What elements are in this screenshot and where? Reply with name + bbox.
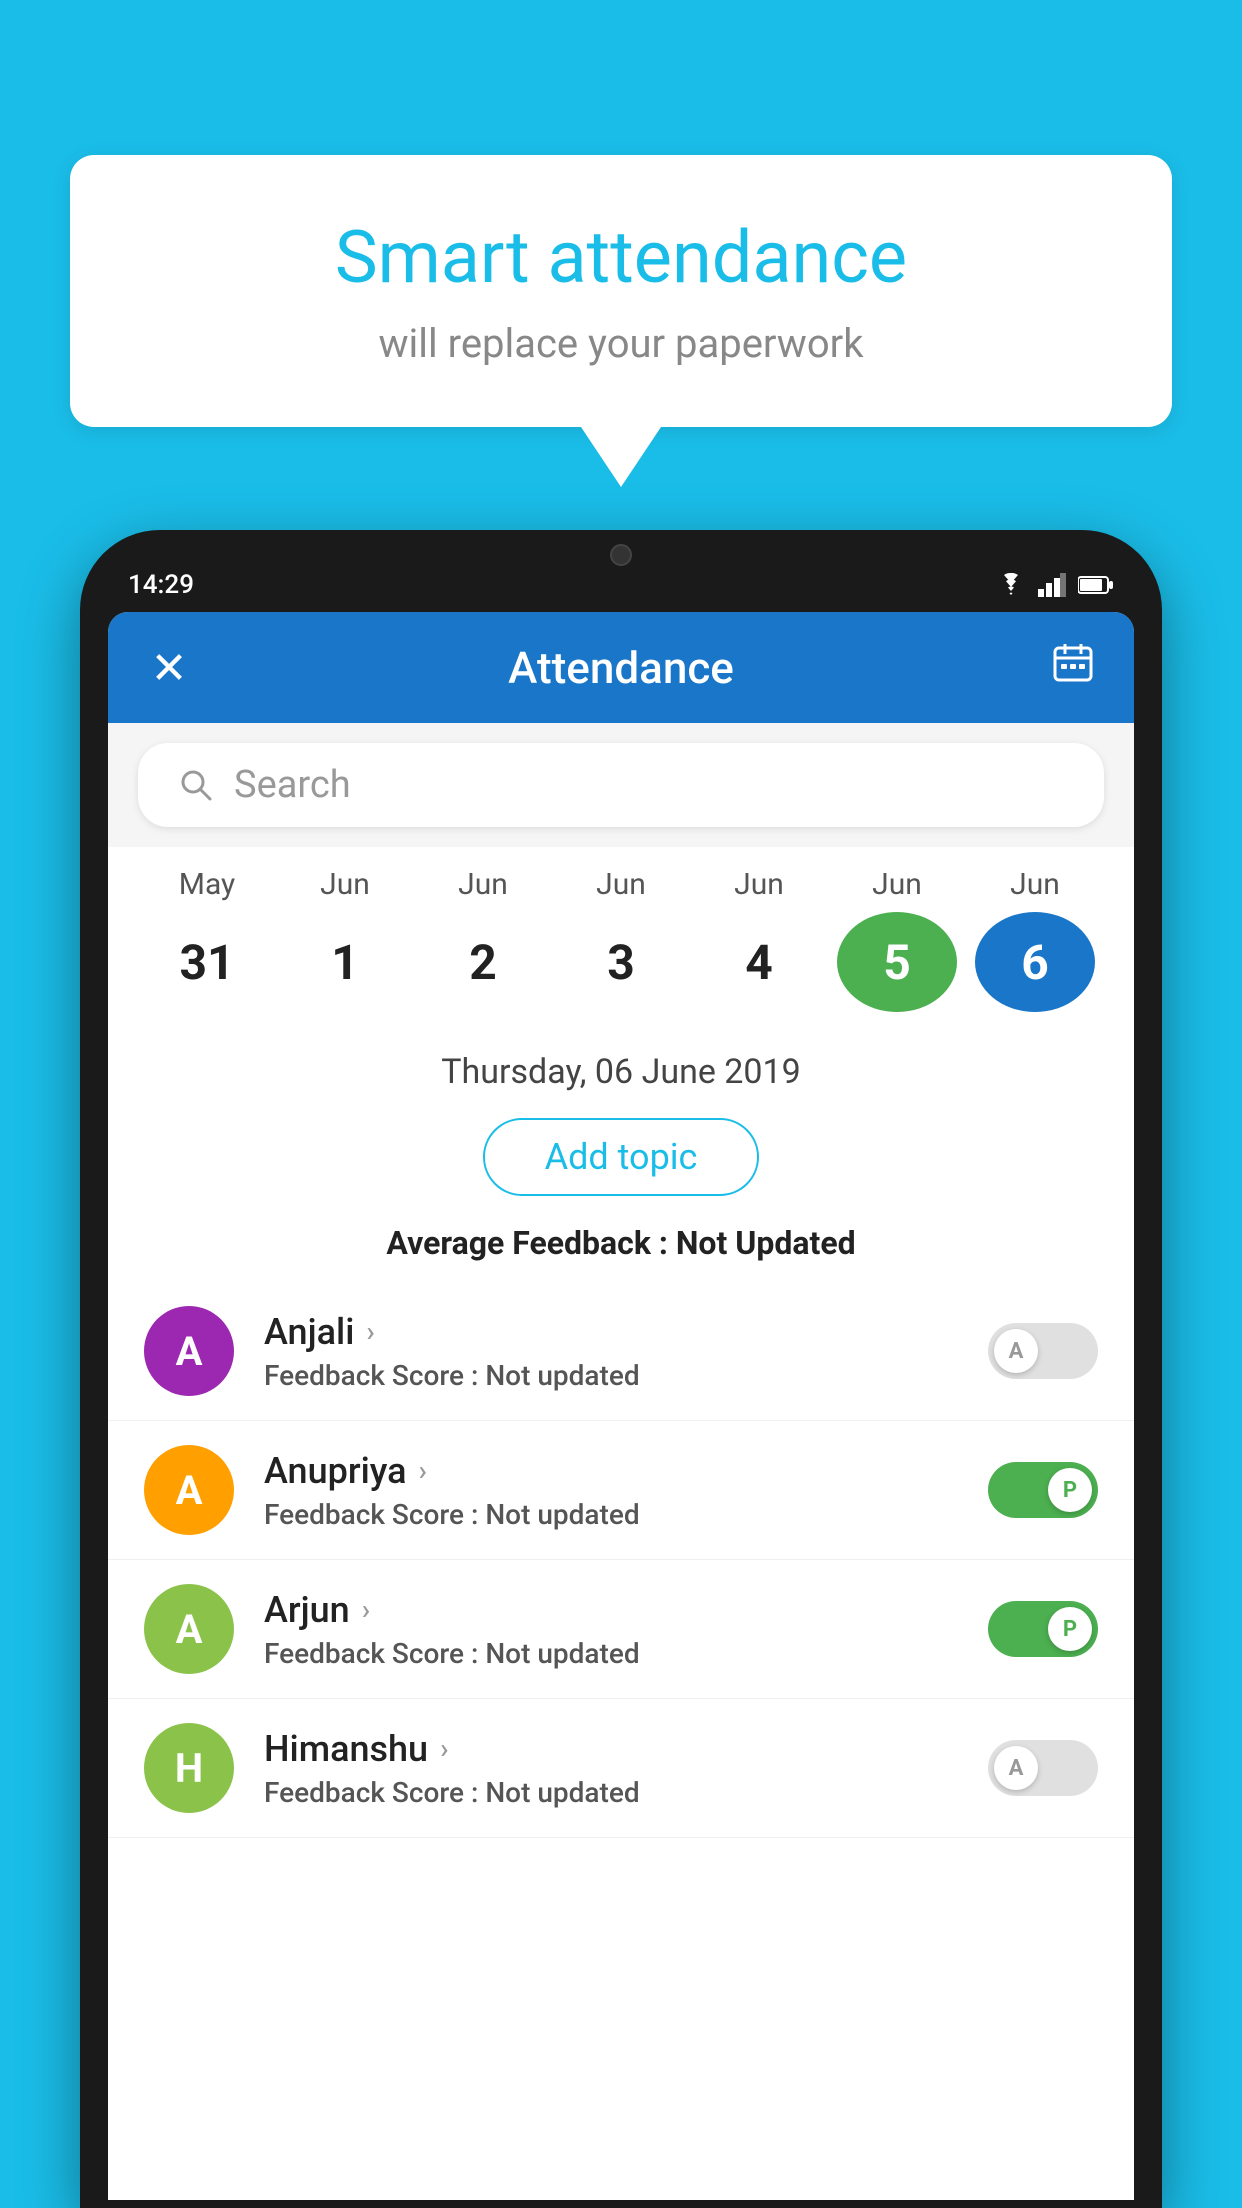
cal-date-2[interactable]: 2 [423,912,543,1012]
app-header: ✕ Attendance [108,612,1134,723]
cal-month-1: Jun [285,867,405,902]
notch [561,530,681,580]
toggle-knob: P [1048,1607,1092,1651]
speech-bubble-subtitle: will replace your paperwork [150,320,1092,367]
speech-bubble-tail [581,427,661,487]
cal-month-6: Jun [975,867,1095,902]
cal-date-1[interactable]: 1 [285,912,405,1012]
search-placeholder: Search [234,763,351,807]
search-bar-container: Search [108,723,1134,847]
chevron-right-icon: › [440,1732,448,1765]
feedback-score: Feedback Score : Not updated [264,1776,988,1809]
toggle-on[interactable]: P [988,1462,1098,1518]
toggle-knob: A [994,1746,1038,1790]
list-item: H Himanshu › Feedback Score : Not update… [108,1699,1134,1838]
phone-screen: ✕ Attendance S [108,612,1134,2200]
attendance-toggle[interactable]: A [988,1323,1098,1379]
toggle-knob: P [1048,1468,1092,1512]
toggle-off[interactable]: A [988,1323,1098,1379]
avg-feedback-label: Average Feedback : [386,1224,668,1262]
calendar-button[interactable] [1048,640,1098,695]
attendance-toggle[interactable]: P [988,1462,1098,1518]
student-info: Anjali › Feedback Score : Not updated [264,1311,988,1392]
header-title: Attendance [194,642,1048,694]
avatar: A [144,1306,234,1396]
toggle-on[interactable]: P [988,1601,1098,1657]
selected-date: Thursday, 06 June 2019 [108,1052,1134,1092]
signal-icon [1038,573,1066,597]
student-name[interactable]: Anupriya › [264,1450,988,1492]
calendar-dates: 31 1 2 3 4 5 6 [128,902,1114,1032]
cal-month-2: Jun [423,867,543,902]
cal-date-6[interactable]: 6 [975,912,1095,1012]
search-input[interactable]: Search [138,743,1104,827]
search-icon [178,767,214,803]
list-item: A Anjali › Feedback Score : Not updated … [108,1282,1134,1421]
speech-bubble: Smart attendance will replace your paper… [70,155,1172,427]
chevron-right-icon: › [362,1593,370,1626]
cal-month-5: Jun [837,867,957,902]
list-item: A Anupriya › Feedback Score : Not update… [108,1421,1134,1560]
student-info: Anupriya › Feedback Score : Not updated [264,1450,988,1531]
avg-feedback-value: Not Updated [676,1224,856,1262]
student-list: A Anjali › Feedback Score : Not updated … [108,1282,1134,1838]
wifi-icon [996,573,1026,597]
calendar-months: May Jun Jun Jun Jun Jun Jun [128,867,1114,902]
speech-bubble-container: Smart attendance will replace your paper… [70,155,1172,487]
speech-bubble-title: Smart attendance [150,215,1092,300]
toggle-off[interactable]: A [988,1740,1098,1796]
phone-frame: 14:29 [80,530,1162,2208]
avatar: A [144,1584,234,1674]
avatar: H [144,1723,234,1813]
cal-date-3[interactable]: 3 [561,912,681,1012]
cal-date-4[interactable]: 4 [699,912,819,1012]
cal-month-4: Jun [699,867,819,902]
camera [610,544,632,566]
chevron-right-icon: › [419,1454,427,1487]
battery-icon [1078,575,1114,595]
feedback-score: Feedback Score : Not updated [264,1498,988,1531]
avg-feedback: Average Feedback : Not Updated [108,1212,1134,1282]
student-name[interactable]: Himanshu › [264,1728,988,1770]
chevron-right-icon: › [366,1315,374,1348]
calendar-row: May Jun Jun Jun Jun Jun Jun 31 1 2 3 4 5… [108,847,1134,1032]
cal-date-5[interactable]: 5 [837,912,957,1012]
attendance-toggle[interactable]: P [988,1601,1098,1657]
avatar: A [144,1445,234,1535]
date-info: Thursday, 06 June 2019 [108,1032,1134,1102]
status-bar: 14:29 [108,560,1134,600]
cal-month-0: May [147,867,267,902]
attendance-toggle[interactable]: A [988,1740,1098,1796]
list-item: A Arjun › Feedback Score : Not updated P [108,1560,1134,1699]
student-name[interactable]: Arjun › [264,1589,988,1631]
add-topic-container: Add topic [108,1102,1134,1212]
feedback-score: Feedback Score : Not updated [264,1637,988,1670]
status-icons [996,573,1114,597]
add-topic-button[interactable]: Add topic [483,1118,760,1196]
toggle-knob: A [994,1329,1038,1373]
student-name[interactable]: Anjali › [264,1311,988,1353]
student-info: Himanshu › Feedback Score : Not updated [264,1728,988,1809]
cal-month-3: Jun [561,867,681,902]
feedback-score: Feedback Score : Not updated [264,1359,988,1392]
close-button[interactable]: ✕ [144,642,194,694]
student-info: Arjun › Feedback Score : Not updated [264,1589,988,1670]
phone-time: 14:29 [128,570,194,600]
cal-date-0[interactable]: 31 [147,912,267,1012]
